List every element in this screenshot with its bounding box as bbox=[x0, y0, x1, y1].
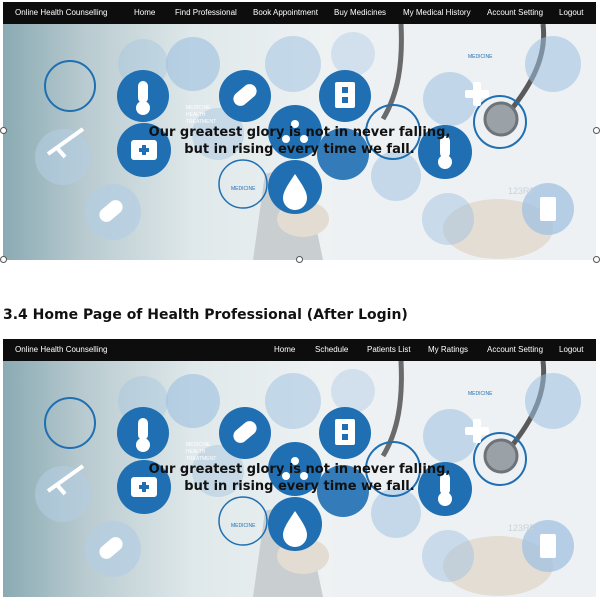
bg-circle bbox=[331, 369, 375, 413]
quote-line-1: Our greatest glory is not in never falli… bbox=[148, 462, 451, 477]
medicine-tag: MEDICINE bbox=[468, 391, 493, 397]
nav-schedule[interactable]: Schedule bbox=[315, 345, 348, 354]
thermometer-icon bbox=[138, 81, 148, 103]
outline-circle bbox=[44, 60, 96, 112]
bg-circle bbox=[166, 374, 220, 428]
resize-handle[interactable] bbox=[296, 256, 303, 263]
medicine-tag: MEDICINE bbox=[231, 523, 256, 529]
hero-banner: MEDICINE MEDICINE MEDICINE HEALTH TREATM… bbox=[3, 24, 596, 260]
bg-circle bbox=[166, 37, 220, 91]
hospital-icon bbox=[342, 434, 348, 440]
bg-circle bbox=[422, 193, 474, 245]
hero-banner: MEDICINE MEDICINE MEDICINE HEALTH TREATM… bbox=[3, 361, 596, 597]
medicine-tag: MEDICINE bbox=[231, 186, 256, 192]
resize-handle[interactable] bbox=[0, 127, 7, 134]
hospital-icon bbox=[342, 424, 348, 430]
top-navbar: Online Health Counselling Home Schedule … bbox=[3, 339, 596, 361]
hospital-icon bbox=[342, 87, 348, 93]
nav-my-ratings[interactable]: My Ratings bbox=[428, 345, 468, 354]
health-label-line: HEALTH bbox=[186, 449, 206, 455]
nav-find-professional[interactable]: Find Professional bbox=[175, 8, 237, 17]
bg-circle bbox=[422, 530, 474, 582]
resize-handle[interactable] bbox=[593, 127, 600, 134]
resize-handle[interactable] bbox=[0, 256, 7, 263]
quote-line-2: but in rising every time we fall. bbox=[184, 479, 415, 494]
nav-home[interactable]: Home bbox=[134, 8, 155, 17]
bg-circle bbox=[423, 409, 477, 463]
quote-line-2: but in rising every time we fall. bbox=[184, 142, 415, 157]
hospital-icon bbox=[335, 82, 355, 108]
bg-circle bbox=[525, 373, 581, 429]
bg-circle bbox=[331, 32, 375, 76]
bg-circle bbox=[265, 36, 321, 92]
cross-icon bbox=[473, 82, 481, 106]
health-label-line: HEALTH bbox=[186, 112, 206, 118]
nav-logout[interactable]: Logout bbox=[559, 8, 583, 17]
brand-link[interactable]: Online Health Counselling bbox=[15, 345, 108, 354]
hospital-icon bbox=[335, 419, 355, 445]
watermark: 123RF bbox=[508, 523, 536, 533]
nav-account-setting[interactable]: Account Setting bbox=[487, 8, 543, 17]
medicine-label-line: MEDICINE bbox=[186, 442, 211, 448]
bg-circle bbox=[265, 373, 321, 429]
nav-account-setting[interactable]: Account Setting bbox=[487, 345, 543, 354]
professional-home-screenshot: Online Health Counselling Home Schedule … bbox=[3, 339, 596, 597]
thermometer-icon bbox=[136, 438, 150, 452]
nav-home[interactable]: Home bbox=[274, 345, 295, 354]
outline-circle bbox=[218, 159, 268, 209]
top-navbar: Online Health Counselling Home Find Prof… bbox=[3, 2, 596, 24]
nav-logout[interactable]: Logout bbox=[559, 345, 583, 354]
nav-buy-medicines[interactable]: Buy Medicines bbox=[334, 8, 386, 17]
medicine-label-line: MEDICINE bbox=[186, 105, 211, 111]
nav-book-appointment[interactable]: Book Appointment bbox=[253, 8, 318, 17]
hospital-icon bbox=[540, 197, 556, 221]
hospital-icon bbox=[342, 97, 348, 103]
brand-link[interactable]: Online Health Counselling bbox=[15, 8, 108, 17]
bg-circle bbox=[423, 72, 477, 126]
quote-line-1: Our greatest glory is not in never falli… bbox=[148, 125, 451, 140]
resize-handle[interactable] bbox=[593, 256, 600, 263]
hospital-icon bbox=[540, 534, 556, 558]
bg-circle bbox=[525, 36, 581, 92]
cross-icon bbox=[473, 419, 481, 443]
outline-circle bbox=[218, 496, 268, 546]
patient-home-screenshot: Online Health Counselling Home Find Prof… bbox=[3, 2, 596, 260]
watermark: 123RF bbox=[508, 186, 536, 196]
section-heading: 3.4 Home Page of Health Professional (Af… bbox=[3, 307, 408, 323]
nav-medical-history[interactable]: My Medical History bbox=[403, 8, 471, 17]
outline-circle bbox=[44, 397, 96, 449]
thermometer-icon bbox=[138, 418, 148, 440]
nav-patients-list[interactable]: Patients List bbox=[367, 345, 411, 354]
thermometer-icon bbox=[136, 101, 150, 115]
medicine-tag: MEDICINE bbox=[468, 54, 493, 60]
